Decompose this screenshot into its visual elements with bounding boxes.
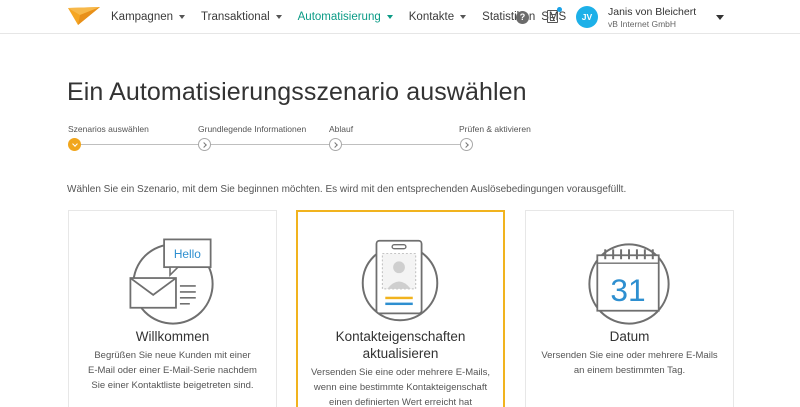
- card-description-line: Versenden Sie eine oder mehrere E-Mails: [541, 350, 718, 361]
- nav-transaktional-label: Transaktional: [201, 11, 270, 23]
- card-description-line: Begrüßen Sie neue Kunden mit einer: [94, 350, 251, 361]
- chevron-down-icon: [275, 15, 282, 19]
- hello-bubble-text: Hello: [174, 247, 201, 261]
- card-title: Kontakteigenschaften aktualisieren: [298, 328, 503, 362]
- stepper-line: [75, 144, 467, 145]
- step-label-ablauf: Ablauf: [329, 124, 354, 134]
- card-description-line: wenn eine bestimmte Kontakteigenschaft: [313, 382, 488, 393]
- step-2-chevron-icon[interactable]: [198, 138, 211, 151]
- scenario-card-willkommen[interactable]: Hello Willkommen Begrüßen Sie neue Kunde…: [68, 210, 277, 407]
- user-name: Janis von Bleichert: [608, 6, 697, 18]
- main-nav: Kampagnen Transaktional Automatisierung …: [111, 0, 566, 34]
- hello-envelope-icon: Hello: [129, 238, 214, 325]
- calendar-day-text: 31: [610, 272, 645, 308]
- user-company: vB Internet GmbH: [608, 19, 677, 29]
- chevron-down-icon: [386, 15, 393, 19]
- top-navigation-bar: Kampagnen Transaktional Automatisierung …: [0, 0, 800, 34]
- scenario-card-datum[interactable]: 31 Datum Versenden Sie eine oder mehrere…: [525, 210, 734, 407]
- step-label-szenarios: Szenarios auswählen: [68, 124, 149, 134]
- step-1-current-icon[interactable]: [68, 138, 81, 151]
- step-4-chevron-icon[interactable]: [460, 138, 473, 151]
- card-description-line: an einem bestimmten Tag.: [573, 365, 686, 376]
- user-menu[interactable]: Janis von Bleichert vB Internet GmbH: [608, 6, 696, 30]
- nav-kampagnen-label: Kampagnen: [111, 11, 174, 23]
- paper-plane-logo-icon[interactable]: [66, 5, 102, 27]
- card-title-line: aktualisieren: [362, 346, 439, 361]
- avatar[interactable]: JV: [576, 6, 598, 28]
- chevron-down-icon: [179, 15, 186, 19]
- card-title-line: Kontakteigenschaften: [335, 329, 466, 344]
- card-description: Versenden Sie eine oder mehrere E-Mails …: [536, 348, 723, 378]
- notes-icon[interactable]: [547, 10, 558, 23]
- nav-automatisierung-label: Automatisierung: [297, 11, 381, 23]
- card-title: Datum: [609, 329, 650, 344]
- card-title: Willkommen: [135, 329, 210, 344]
- nav-kontakte[interactable]: Kontakte: [408, 11, 467, 23]
- card-description-line: Versenden Sie eine oder mehrere E-Mails,: [310, 367, 490, 378]
- calendar-icon: 31: [588, 243, 670, 325]
- card-description: Begrüßen Sie neue Kunden mit einer E-Mai…: [79, 348, 266, 393]
- contact-card-icon: [361, 239, 439, 322]
- chevron-down-icon: [460, 15, 467, 19]
- scenario-card-kontakteigenschaften[interactable]: Kontakteigenschaften aktualisieren Verse…: [296, 210, 505, 407]
- help-icon[interactable]: ?: [516, 11, 529, 24]
- intro-text: Wählen Sie ein Szenario, mit dem Sie beg…: [67, 184, 627, 195]
- nav-kampagnen[interactable]: Kampagnen: [111, 11, 186, 23]
- card-description: Versenden Sie eine oder mehrere E-Mails,…: [308, 365, 493, 407]
- step-label-grundlegende-informationen: Grundlegende Informationen: [198, 124, 307, 134]
- notification-dot: [557, 7, 562, 12]
- step-label-pruefen: Prüfen & aktivieren: [459, 124, 531, 134]
- card-description-line: Sie einer Kontaktliste beigetreten sind.: [91, 380, 254, 391]
- card-description-line: E-Mail oder einer E-Mail-Serie nachdem: [88, 365, 257, 376]
- step-3-chevron-icon[interactable]: [329, 138, 342, 151]
- nav-automatisierung[interactable]: Automatisierung: [298, 11, 393, 23]
- nav-transaktional[interactable]: Transaktional: [201, 11, 282, 23]
- page-title: Ein Automatisierungsszenario auswählen: [67, 78, 527, 106]
- user-menu-chevron-down-icon[interactable]: [716, 15, 724, 20]
- card-description-line: einen definierten Wert erreicht hat: [329, 397, 472, 407]
- nav-kontakte-label: Kontakte: [408, 11, 455, 23]
